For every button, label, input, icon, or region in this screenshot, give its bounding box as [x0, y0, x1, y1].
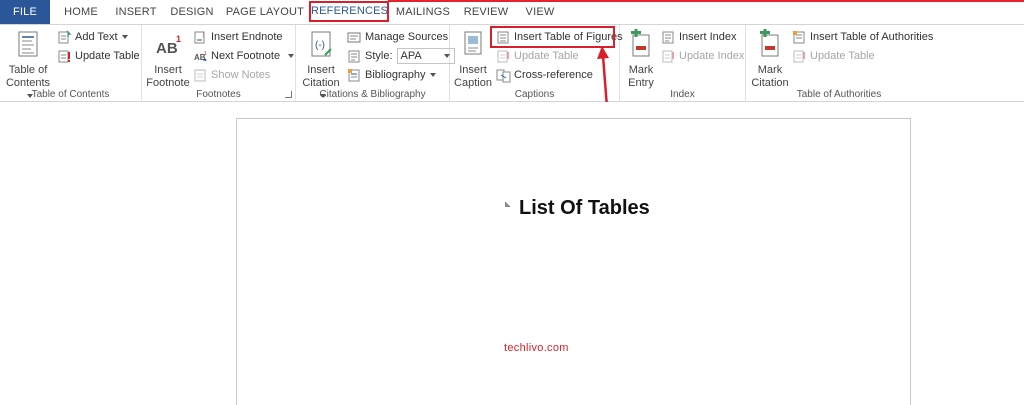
svg-text:1: 1 [176, 34, 181, 44]
show-notes-label: Show Notes [211, 69, 271, 81]
insert-citation-icon: (-) [305, 29, 337, 61]
tab-view[interactable]: VIEW [522, 0, 558, 24]
group-table-of-contents: Table of Contents Add Text Update Table … [0, 25, 142, 102]
update-table-label: Update Table [810, 50, 875, 62]
ribbon-references: Table of Contents Add Text Update Table … [0, 24, 1024, 102]
chevron-down-icon [288, 54, 295, 59]
svg-text:i: i [203, 33, 204, 39]
chevron-down-icon [429, 73, 436, 78]
insert-footnote-button[interactable]: AB 1 Insert Footnote [146, 29, 190, 90]
tab-references[interactable]: REFERENCES [309, 1, 389, 22]
insert-index-button[interactable]: Insert Index [660, 28, 736, 47]
insert-caption-button[interactable]: Insert Caption [454, 29, 492, 90]
insert-caption-icon [457, 29, 489, 61]
insert-index-icon [661, 30, 676, 45]
add-text-label: Add Text [75, 31, 118, 43]
mark-entry-icon [625, 29, 657, 61]
update-index-icon [661, 49, 676, 64]
document-area: List Of Tables techlivo.com [0, 102, 1024, 405]
insert-table-of-authorities-label: Insert Table of Authorities [810, 31, 934, 43]
group-label-citations: Citations & Bibliography [319, 89, 426, 100]
insert-endnote-button[interactable]: i Insert Endnote [192, 28, 283, 47]
table-of-contents-icon [12, 29, 44, 61]
insert-table-of-authorities-icon [792, 30, 807, 45]
group-label-authorities: Table of Authorities [796, 89, 882, 100]
group-table-of-authorities: Mark Citation Insert Table of Authoritie… [746, 25, 933, 102]
chevron-down-icon [121, 35, 128, 40]
ribbon-tab-bar: FILE HOME INSERT DESIGN PAGE LAYOUT REFE… [0, 0, 1024, 24]
toc-label-line1: Table of [8, 64, 48, 76]
insert-endnote-label: Insert Endnote [211, 31, 283, 43]
show-notes-icon [193, 68, 208, 83]
citation-label-line1: Insert [307, 64, 335, 76]
manage-sources-button[interactable]: Manage Sources [346, 28, 448, 47]
update-index-button[interactable]: Update Index [660, 47, 744, 66]
tab-home[interactable]: HOME [58, 0, 104, 24]
svg-text:1: 1 [204, 51, 207, 57]
mark-entry-button[interactable]: Mark Entry [622, 29, 660, 90]
tab-insert[interactable]: INSERT [110, 0, 162, 24]
cross-reference-label: Cross-reference [514, 69, 593, 81]
manage-sources-icon [347, 30, 362, 45]
group-label-footnotes: Footnotes [196, 89, 241, 100]
group-index: Mark Entry Insert Index Update Index Ind… [620, 25, 746, 102]
collapse-triangle-icon[interactable] [499, 201, 511, 213]
style-label: Style: [365, 50, 393, 62]
style-selector: Style: APA [346, 47, 455, 66]
add-text-button[interactable]: Add Text [56, 28, 128, 47]
watermark-text: techlivo.com [504, 342, 569, 354]
mark-citation-label-line1: Mark [757, 64, 783, 76]
manage-sources-label: Manage Sources [365, 31, 449, 43]
style-value: APA [400, 50, 422, 63]
mark-citation-icon [754, 29, 786, 61]
update-table-label: Update Table [514, 50, 579, 62]
dialog-launcher-icon[interactable] [285, 91, 292, 98]
update-table-icon [792, 49, 807, 64]
group-label-index: Index [670, 89, 695, 100]
group-citations-bibliography: (-) Insert Citation Manage Sources Style… [296, 25, 455, 102]
tab-design[interactable]: DESIGN [166, 0, 218, 24]
tab-review[interactable]: REVIEW [462, 0, 510, 24]
style-dropdown[interactable]: APA [396, 48, 455, 65]
chevron-down-icon [443, 54, 450, 59]
group-label-captions: Captions [514, 89, 555, 100]
insert-index-label: Insert Index [679, 31, 737, 43]
add-text-icon [57, 30, 72, 45]
tab-file[interactable]: FILE [0, 0, 50, 24]
update-table-icon [57, 49, 72, 64]
footnote-label-line1: Insert [154, 64, 182, 76]
mark-entry-label-line1: Mark [628, 64, 654, 76]
document-page[interactable]: List Of Tables techlivo.com [236, 118, 911, 405]
update-index-label: Update Index [679, 50, 745, 62]
update-table-captions-button[interactable]: Update Table [495, 47, 579, 66]
insert-footnote-icon: AB 1 [152, 29, 184, 61]
update-table-label: Update Table [75, 50, 140, 62]
cross-reference-icon [496, 68, 511, 83]
update-table-authorities-button[interactable]: Update Table [791, 47, 875, 66]
svg-text:(-): (-) [315, 40, 325, 51]
insert-endnote-icon: i [193, 30, 208, 45]
group-footnotes: AB 1 Insert Footnote i Insert Endnote AB… [142, 25, 296, 102]
bibliography-button[interactable]: Bibliography [346, 66, 436, 85]
next-footnote-label: Next Footnote [211, 50, 281, 62]
insert-table-of-authorities-button[interactable]: Insert Table of Authorities [791, 28, 933, 47]
bibliography-label: Bibliography [365, 69, 426, 81]
cross-reference-button[interactable]: Cross-reference [495, 66, 593, 85]
style-icon [347, 49, 362, 64]
document-heading: List Of Tables [519, 197, 650, 219]
next-footnote-icon: AB 1 [193, 49, 208, 64]
group-label-toc: Table of Contents [31, 89, 110, 100]
bibliography-icon [347, 68, 362, 83]
tab-mailings[interactable]: MAILINGS [394, 0, 452, 24]
svg-text:AB: AB [156, 40, 178, 57]
update-table-icon [496, 49, 511, 64]
show-notes-button[interactable]: Show Notes [192, 66, 270, 85]
caption-label-line1: Insert [459, 64, 487, 76]
mark-citation-button[interactable]: Mark Citation [748, 29, 792, 90]
next-footnote-button[interactable]: AB 1 Next Footnote [192, 47, 295, 66]
update-table-toc-button[interactable]: Update Table [56, 47, 140, 66]
tab-page-layout[interactable]: PAGE LAYOUT [224, 0, 306, 24]
